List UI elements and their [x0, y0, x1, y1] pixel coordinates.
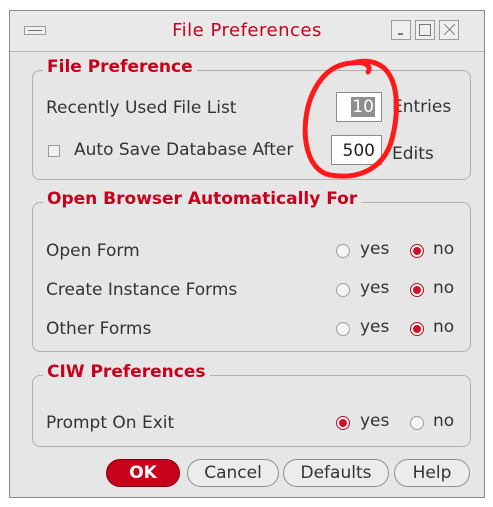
other-forms-label: Other Forms: [46, 319, 152, 339]
file-preference-heading: File Preference: [43, 57, 197, 77]
ciw-preferences-group: CIW Preferences Prompt On Exit yes no: [32, 362, 471, 447]
auto-save-edits-input[interactable]: 500: [331, 135, 382, 165]
prompt-on-exit-label: Prompt On Exit: [46, 413, 175, 433]
open-form-label: Open Form: [46, 241, 140, 261]
title-bar: File Preferences: [10, 11, 484, 52]
other-forms-yes-label: yes: [360, 317, 390, 337]
create-instance-yes-label: yes: [360, 278, 390, 298]
file-preferences-window: File Preferences File Preference Recentl…: [9, 10, 485, 498]
other-forms-yes-radio[interactable]: [336, 322, 350, 336]
open-browser-group: Open Browser Automatically For Open Form…: [32, 189, 471, 352]
open-form-no-label: no: [433, 239, 455, 259]
other-forms-no-radio[interactable]: [410, 322, 424, 336]
maximize-icon[interactable]: [415, 20, 435, 40]
recent-files-label: Recently Used File List: [46, 98, 237, 118]
ok-button[interactable]: OK: [106, 459, 180, 487]
create-instance-no-radio[interactable]: [410, 283, 424, 297]
prompt-on-exit-no-radio[interactable]: [410, 416, 424, 430]
open-form-yes-radio[interactable]: [336, 244, 350, 258]
other-forms-no-label: no: [433, 317, 455, 337]
create-instance-forms-label: Create Instance Forms: [46, 280, 238, 300]
prompt-on-exit-yes-radio[interactable]: [336, 416, 350, 430]
entries-unit-label: Entries: [392, 97, 452, 117]
auto-save-label: Auto Save Database After: [74, 140, 294, 160]
auto-save-edits-value: 500: [342, 141, 375, 161]
edits-unit-label: Edits: [392, 144, 434, 164]
window-title: File Preferences: [172, 20, 322, 41]
defaults-button[interactable]: Defaults: [283, 459, 389, 487]
auto-save-checkbox[interactable]: [48, 145, 60, 157]
recent-files-value: 10: [351, 97, 375, 117]
create-instance-yes-radio[interactable]: [336, 283, 350, 297]
cancel-button[interactable]: Cancel: [187, 459, 279, 487]
prompt-on-exit-no-label: no: [433, 411, 455, 431]
open-form-yes-label: yes: [360, 239, 390, 259]
recent-files-input[interactable]: 10: [336, 92, 382, 122]
open-form-no-radio[interactable]: [410, 244, 424, 258]
file-preference-group: File Preference Recently Used File List …: [32, 57, 471, 180]
ciw-preferences-heading: CIW Preferences: [43, 362, 210, 382]
close-icon[interactable]: [439, 20, 459, 40]
help-button[interactable]: Help: [394, 459, 470, 487]
minimize-icon[interactable]: [391, 20, 411, 40]
create-instance-no-label: no: [433, 278, 455, 298]
prompt-on-exit-yes-label: yes: [360, 411, 390, 431]
open-browser-heading: Open Browser Automatically For: [43, 189, 362, 209]
